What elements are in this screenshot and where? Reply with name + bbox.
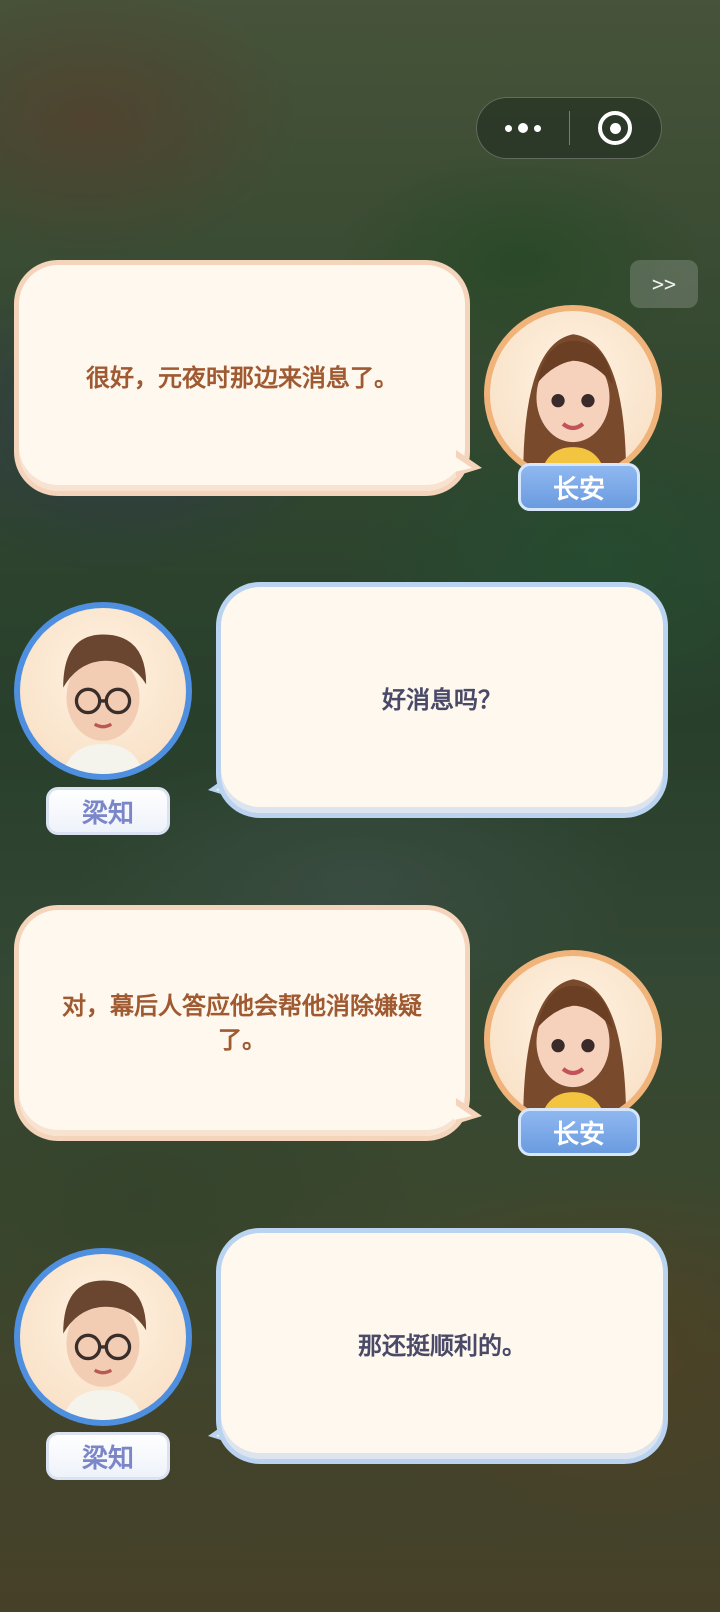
avatar-liangzhi-2[interactable] [14, 1248, 192, 1426]
miniprogram-capsule [476, 97, 662, 159]
avatar-changan-2[interactable] [484, 950, 662, 1128]
girl-portrait-icon [523, 334, 627, 477]
dialogue-bubble-4[interactable]: 那还挺顺利的。 [216, 1228, 668, 1464]
dialogue-text-2: 好消息吗？ [382, 686, 502, 714]
dialogue-bubble-2[interactable]: 好消息吗？ [216, 582, 668, 818]
bubble-tail-3 [454, 1098, 482, 1124]
target-close-icon[interactable] [570, 98, 662, 158]
boy-portrait-icon [63, 634, 147, 774]
girl-portrait-icon [523, 979, 627, 1122]
speaker-name-3: 长安 [518, 1108, 640, 1156]
bubble-tail-1 [454, 450, 482, 476]
more-dots-icon[interactable] [477, 98, 569, 158]
dialogue-text-3: 对，幕后人答应他会帮他消除嫌疑了。 [62, 992, 422, 1054]
speaker-name-2: 梁知 [46, 787, 170, 835]
speaker-name-4: 梁知 [46, 1432, 170, 1480]
avatar-liangzhi[interactable] [14, 602, 192, 780]
dialogue-bubble-1[interactable]: 很好，元夜时那边来消息了。 [14, 260, 470, 496]
dialogue-text-1: 很好，元夜时那边来消息了。 [86, 364, 398, 392]
dialogue-text-4: 那还挺顺利的。 [358, 1332, 526, 1360]
speaker-name-1: 长安 [518, 463, 640, 511]
boy-portrait-icon [63, 1280, 147, 1420]
avatar-changan[interactable] [484, 305, 662, 483]
dialogue-bubble-3[interactable]: 对，幕后人答应他会帮他消除嫌疑了。 [14, 905, 470, 1141]
skip-button[interactable]: >> [630, 260, 698, 308]
